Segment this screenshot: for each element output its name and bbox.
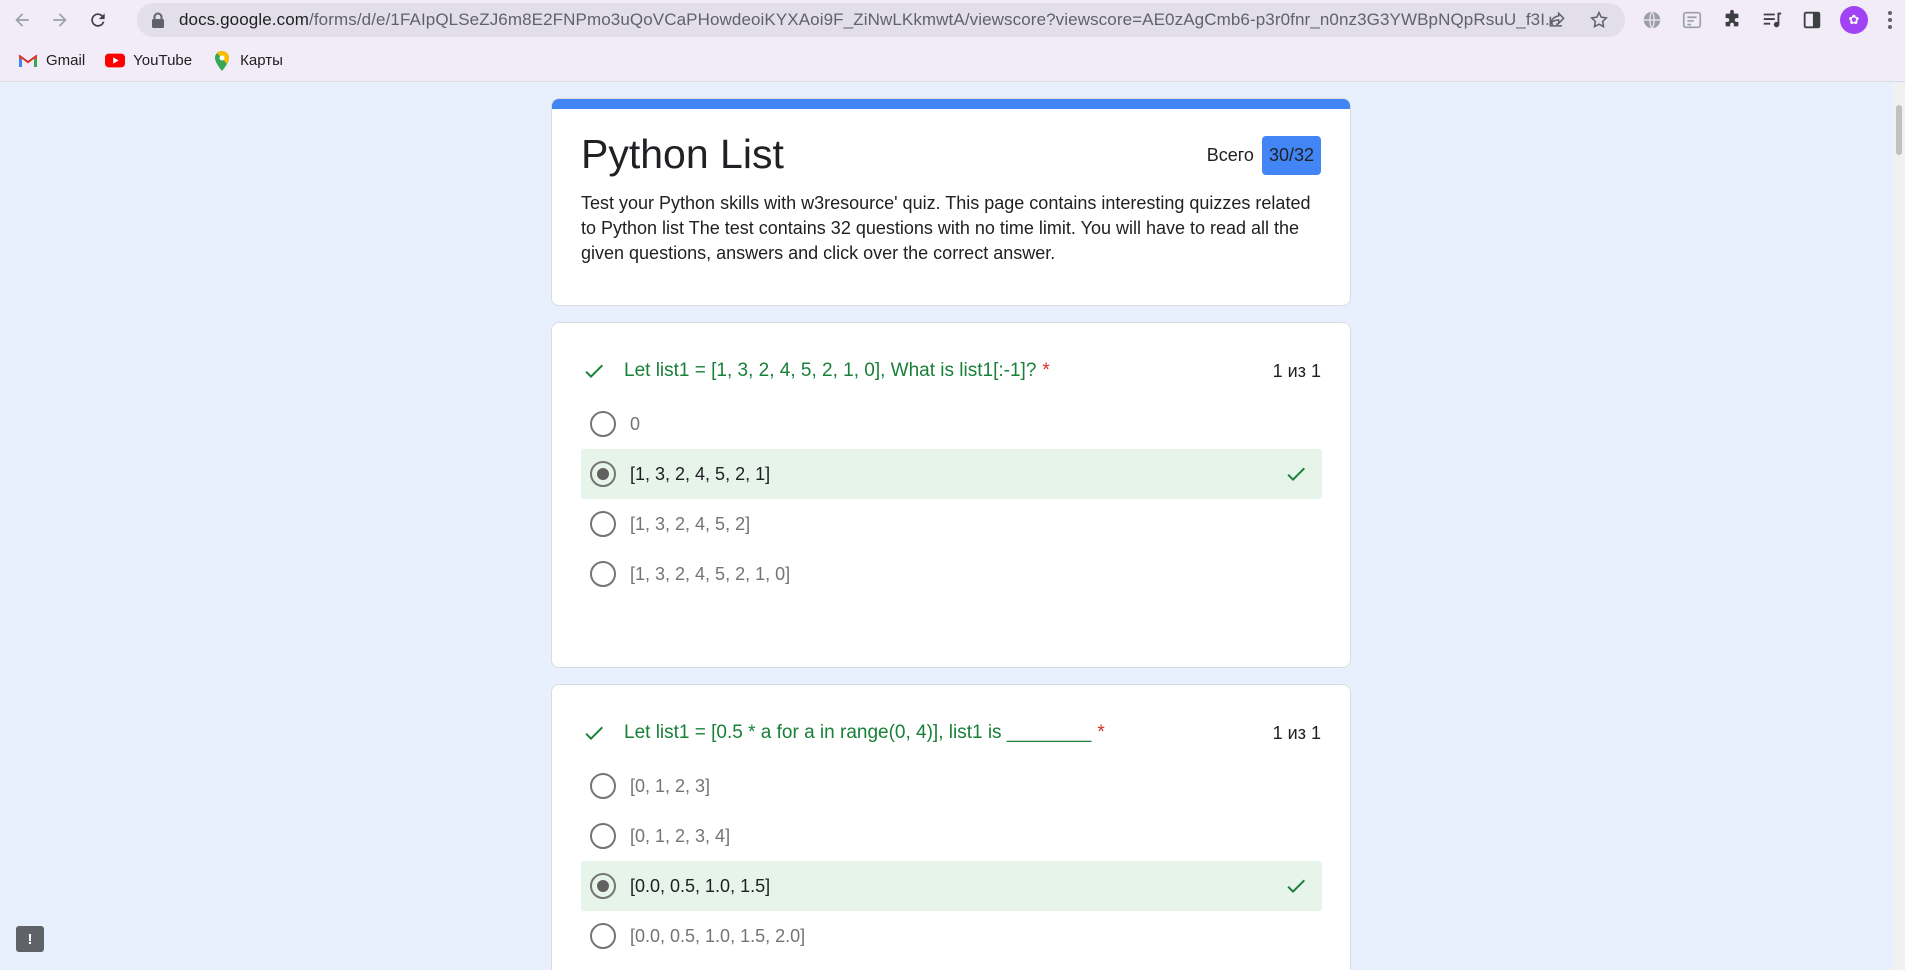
option-label: 0 bbox=[630, 413, 641, 434]
youtube-icon bbox=[105, 53, 126, 69]
question-card: Let list1 = [1, 3, 2, 4, 5, 2, 1, 0], Wh… bbox=[551, 322, 1351, 668]
reload-icon bbox=[91, 13, 105, 27]
bookmarks-bar: Gmail YouTube Карты bbox=[0, 40, 1905, 82]
browser-toolbar: docs.google.com/forms/d/e/1FAIpQLSeZJ6m8… bbox=[0, 0, 1905, 40]
forward-button[interactable] bbox=[46, 6, 74, 34]
form-title: Python List bbox=[581, 131, 784, 177]
form-page: Python List Всего 30/32 Test your Python… bbox=[0, 83, 1905, 970]
option-label: [1, 3, 2, 4, 5, 2, 1] bbox=[630, 463, 771, 484]
question-text: Let list1 = [1, 3, 2, 4, 5, 2, 1, 0], Wh… bbox=[624, 360, 1037, 381]
answer-option[interactable]: [0.0, 0.5, 1.0, 1.5, 2.0] bbox=[581, 911, 1322, 961]
bookmark-gmail[interactable]: Gmail bbox=[18, 52, 85, 69]
answer-option[interactable]: [1, 3, 2, 4, 5, 2] bbox=[581, 499, 1322, 549]
translate-extension-icon[interactable] bbox=[1680, 8, 1704, 32]
header-accent-bar bbox=[552, 99, 1350, 109]
answer-option-correct[interactable]: [0.0, 0.5, 1.0, 1.5] bbox=[581, 861, 1322, 911]
check-icon bbox=[580, 719, 608, 747]
scrollbar-thumb[interactable] bbox=[1896, 105, 1902, 155]
radio-button[interactable] bbox=[590, 411, 616, 437]
url-text[interactable]: docs.google.com/forms/d/e/1FAIpQLSeZJ6m8… bbox=[179, 10, 1559, 30]
avatar-glyph: ✿ bbox=[1848, 12, 1860, 27]
option-label: [0, 1, 2, 3, 4] bbox=[630, 825, 731, 846]
bookmark-label: Gmail bbox=[46, 52, 86, 69]
option-label: [1, 3, 2, 4, 5, 2, 1, 0] bbox=[630, 563, 791, 584]
radio-button[interactable] bbox=[590, 823, 616, 849]
address-bar[interactable]: docs.google.com/forms/d/e/1FAIpQLSeZJ6m8… bbox=[137, 3, 1625, 37]
url-path: /forms/d/e/1FAIpQLSeZJ6m8E2FNPmo3uQoVCaP… bbox=[309, 10, 1559, 29]
answer-option[interactable]: [0, 1, 2, 3] bbox=[581, 761, 1322, 811]
maps-pin-icon bbox=[212, 50, 232, 71]
question-points: 1 из 1 bbox=[1272, 723, 1321, 743]
url-host: docs.google.com bbox=[179, 10, 310, 29]
radio-button[interactable] bbox=[590, 511, 616, 537]
question-text: Let list1 = [0.5 * a for a in range(0, 4… bbox=[624, 722, 1092, 743]
score-badge: 30/32 bbox=[1261, 136, 1321, 175]
radio-button[interactable] bbox=[590, 923, 616, 949]
answer-option[interactable]: 0 bbox=[581, 399, 1322, 449]
puzzle-extensions-icon[interactable] bbox=[1720, 8, 1744, 32]
answer-option-correct[interactable]: [1, 3, 2, 4, 5, 2, 1] bbox=[581, 449, 1322, 499]
option-label: [0, 1, 2, 3] bbox=[630, 775, 711, 796]
page-scrollbar[interactable] bbox=[1893, 83, 1905, 970]
globe-extension-icon[interactable] bbox=[1640, 8, 1664, 32]
dot-icon bbox=[1888, 25, 1892, 29]
browser-menu-button[interactable] bbox=[1880, 8, 1900, 32]
profile-avatar[interactable]: ✿ bbox=[1840, 6, 1868, 34]
question-points: 1 из 1 bbox=[1272, 361, 1321, 381]
correct-check-icon bbox=[1282, 460, 1310, 488]
option-label: [0.0, 0.5, 1.0, 1.5] bbox=[630, 875, 771, 896]
total-score: Всего 30/32 bbox=[1207, 136, 1321, 175]
option-label: [0.0, 0.5, 1.0, 1.5, 2.0] bbox=[630, 925, 806, 946]
score-label: Всего bbox=[1206, 145, 1254, 165]
share-icon[interactable] bbox=[1547, 10, 1567, 30]
bookmark-star-icon[interactable] bbox=[1589, 10, 1609, 30]
radio-button-selected[interactable] bbox=[590, 873, 616, 899]
question-header: Let list1 = [1, 3, 2, 4, 5, 2, 1, 0], Wh… bbox=[580, 357, 1050, 385]
radio-button[interactable] bbox=[590, 561, 616, 587]
correct-check-icon bbox=[1282, 872, 1310, 900]
feedback-icon: ! bbox=[27, 930, 33, 948]
lock-icon bbox=[151, 12, 165, 28]
radio-button-selected[interactable] bbox=[590, 461, 616, 487]
bookmark-youtube[interactable]: YouTube bbox=[105, 52, 192, 69]
reload-button[interactable] bbox=[84, 6, 112, 34]
side-panel-icon[interactable] bbox=[1800, 8, 1824, 32]
form-description: Test your Python skills with w3resource'… bbox=[581, 193, 1311, 263]
dot-icon bbox=[1888, 18, 1892, 22]
bookmark-label: YouTube bbox=[133, 52, 193, 69]
feedback-button[interactable]: ! bbox=[16, 926, 44, 952]
back-button[interactable] bbox=[8, 6, 36, 34]
answer-option[interactable]: [0, 1, 2, 3, 4] bbox=[581, 811, 1322, 861]
question-header: Let list1 = [0.5 * a for a in range(0, 4… bbox=[580, 719, 1105, 747]
arrow-right-icon bbox=[53, 13, 67, 27]
media-queue-icon[interactable] bbox=[1760, 8, 1784, 32]
answer-option[interactable]: [1, 3, 2, 4, 5, 2, 1, 0] bbox=[581, 549, 1322, 599]
gmail-icon bbox=[18, 53, 38, 69]
bookmark-maps[interactable]: Карты bbox=[212, 50, 283, 71]
form-header-card: Python List Всего 30/32 Test your Python… bbox=[551, 98, 1351, 306]
check-icon bbox=[580, 357, 608, 385]
arrow-left-icon bbox=[15, 13, 29, 27]
option-label: [1, 3, 2, 4, 5, 2] bbox=[630, 513, 751, 534]
required-asterisk: * bbox=[1042, 360, 1050, 381]
bookmark-label: Карты bbox=[240, 52, 283, 69]
radio-button[interactable] bbox=[590, 773, 616, 799]
required-asterisk: * bbox=[1097, 722, 1105, 743]
question-card: Let list1 = [0.5 * a for a in range(0, 4… bbox=[551, 684, 1351, 970]
dot-icon bbox=[1888, 11, 1892, 15]
